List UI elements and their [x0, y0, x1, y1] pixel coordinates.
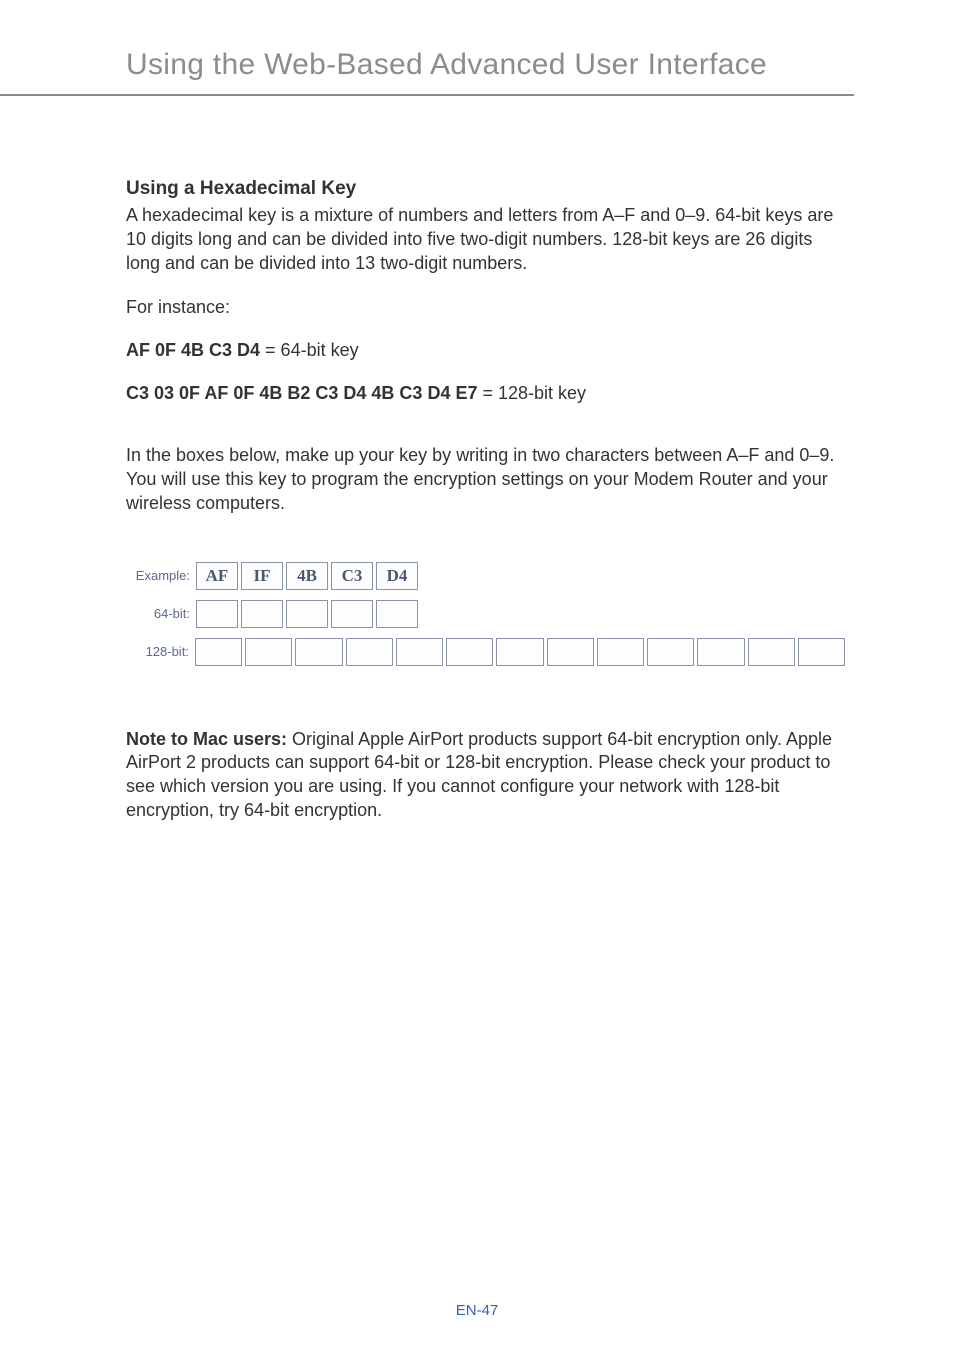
128bit-input-box[interactable]: [396, 638, 443, 666]
note-paragraph: Note to Mac users: Original Apple AirPor…: [126, 728, 848, 823]
key-128bit-line: C3 03 0F AF 0F 4B B2 C3 D4 4B C3 D4 E7 =…: [126, 383, 848, 404]
128bit-label: 128-bit:: [126, 644, 195, 659]
key-64bit-value: AF 0F 4B C3 D4: [126, 340, 260, 360]
128bit-input-box[interactable]: [547, 638, 594, 666]
128bit-input-box[interactable]: [195, 638, 242, 666]
64bit-input-box[interactable]: [331, 600, 373, 628]
note-block: Note to Mac users: Original Apple AirPor…: [126, 728, 848, 823]
64bit-row: 64-bit:: [126, 600, 848, 628]
128bit-input-box[interactable]: [245, 638, 292, 666]
64bit-input-box[interactable]: [196, 600, 238, 628]
128bit-row: 128-bit:: [126, 638, 848, 666]
64bit-input-box[interactable]: [376, 600, 418, 628]
128bit-input-box[interactable]: [798, 638, 845, 666]
128bit-input-box[interactable]: [647, 638, 694, 666]
key-128bit-value: C3 03 0F AF 0F 4B B2 C3 D4 4B C3 D4 E7: [126, 383, 477, 403]
64bit-input-box[interactable]: [286, 600, 328, 628]
page-title: Using the Web-Based Advanced User Interf…: [0, 0, 854, 96]
example-box-1: IF: [241, 562, 283, 590]
key-128bit-suffix: = 128-bit key: [477, 383, 586, 403]
example-box-3: C3: [331, 562, 373, 590]
example-box-0: AF: [196, 562, 238, 590]
64bit-input-box[interactable]: [241, 600, 283, 628]
section-heading: Using a Hexadecimal Key: [126, 178, 848, 200]
example-box-4: D4: [376, 562, 418, 590]
intro-paragraph: A hexadecimal key is a mixture of number…: [126, 204, 848, 275]
128bit-input-box[interactable]: [597, 638, 644, 666]
example-label: Example:: [126, 568, 196, 583]
128bit-input-box[interactable]: [697, 638, 744, 666]
128bit-input-box[interactable]: [346, 638, 393, 666]
key-64bit-line: AF 0F 4B C3 D4 = 64-bit key: [126, 340, 848, 361]
instructions-paragraph: In the boxes below, make up your key by …: [126, 444, 848, 515]
example-row: Example: AF IF 4B C3 D4: [126, 562, 848, 590]
example-box-2: 4B: [286, 562, 328, 590]
page-number: EN-47: [0, 1302, 954, 1319]
128bit-input-box[interactable]: [496, 638, 543, 666]
128bit-input-box[interactable]: [295, 638, 342, 666]
content-area: Using a Hexadecimal Key A hexadecimal ke…: [0, 96, 954, 823]
128bit-input-box[interactable]: [748, 638, 795, 666]
for-instance-label: For instance:: [126, 297, 848, 318]
64bit-label: 64-bit:: [126, 606, 196, 621]
128bit-input-box[interactable]: [446, 638, 493, 666]
note-bold-label: Note to Mac users:: [126, 729, 287, 749]
key-64bit-suffix: = 64-bit key: [260, 340, 359, 360]
key-entry-table: Example: AF IF 4B C3 D4 64-bit: 128-bit:: [126, 562, 848, 666]
